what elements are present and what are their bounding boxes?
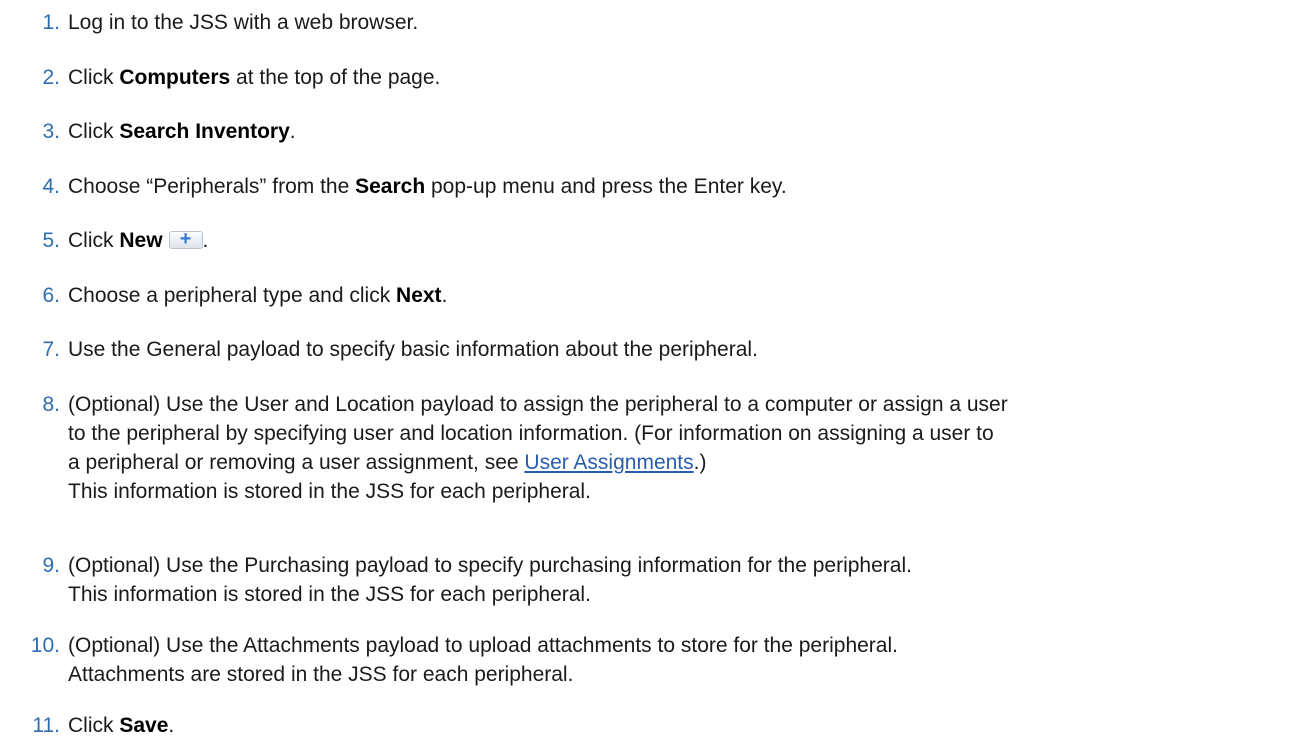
step-text: Click [68,714,120,737]
step-number: 5. [42,229,60,252]
step-text: Click [68,229,120,252]
step-text-line: (Optional) Use the User and Location pay… [68,393,1008,416]
step-text: Click [68,120,120,143]
user-assignments-link[interactable]: User Assignments [524,451,693,474]
step-number: 3. [42,120,60,143]
ui-term-computers: Computers [119,66,231,89]
step-number: 9. [42,554,60,577]
step-text: . [168,714,175,737]
ui-term-search-inventory: Search Inventory [119,120,290,143]
step-number: 11. [32,714,60,737]
step-text-line: (Optional) Use the Purchasing payload to… [68,554,912,577]
step-text: . [202,229,209,252]
ui-term-save: Save [119,714,169,737]
step-number: 6. [42,284,60,307]
step-text: . [441,284,448,307]
step-text: at the top of the page. [230,66,441,89]
step-number: 10. [30,634,60,657]
step-text-line: Attachments are stored in the JSS for ea… [68,663,574,686]
plus-icon: + [168,228,203,250]
step-number: 4. [42,175,60,198]
step-text: pop-up menu and press the Enter key. [425,175,787,198]
step-text: Choose a peripheral type and click [68,284,397,307]
step-number: 7. [42,338,60,361]
step-text-line: This information is stored in the JSS fo… [68,480,591,503]
step-number: 1. [42,11,60,34]
ui-term-new: New [119,229,163,252]
step-text: Choose “Peripherals” from the [68,175,356,198]
step-text: a peripheral or removing a user assignme… [68,451,525,474]
step-text-line: to the peripheral by specifying user and… [68,422,994,445]
step-text: Click [68,66,120,89]
step-text-line: (Optional) Use the Attachments payload t… [68,634,898,657]
step-number: 8. [42,393,60,416]
step-number: 2. [42,66,60,89]
ui-term-next: Next [396,284,442,307]
step-text-line: This information is stored in the JSS fo… [68,583,591,606]
step-text: .) [693,451,707,474]
step-text: Log in to the JSS with a web browser. [68,11,419,34]
step-text: Use the General payload to specify basic… [68,338,758,361]
step-text: . [289,120,296,143]
ui-term-search: Search [355,175,426,198]
